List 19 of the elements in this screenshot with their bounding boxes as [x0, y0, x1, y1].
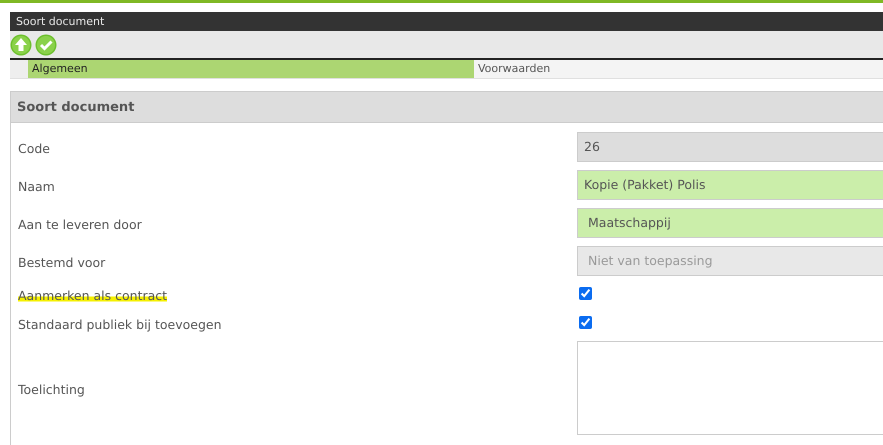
field-label: Aan te leveren door [18, 216, 142, 232]
window-title: Soort document [16, 15, 104, 28]
checkbox[interactable] [579, 316, 592, 329]
text-area[interactable] [577, 341, 883, 435]
field-label: Naam [18, 178, 55, 194]
input-field[interactable]: Maatschappij [577, 208, 883, 238]
tab[interactable]: Algemeen [28, 60, 474, 78]
input-field: 26 [577, 132, 883, 162]
panel-title: Soort document [17, 100, 134, 114]
field-label: Standaard publiek bij toevoegen [18, 317, 222, 332]
field-label: Toelichting [18, 382, 85, 396]
field-label: Bestemd voor [18, 254, 106, 270]
checkmark-icon[interactable] [35, 34, 57, 56]
field-label: Code [18, 140, 50, 156]
input-field[interactable]: Kopie (Pakket) Polis [577, 170, 883, 200]
input-field: Niet van toepassing [577, 246, 883, 276]
up-arrow-icon[interactable] [10, 34, 32, 56]
checkbox[interactable] [579, 287, 592, 300]
tab[interactable]: Voorwaarden [474, 60, 878, 78]
